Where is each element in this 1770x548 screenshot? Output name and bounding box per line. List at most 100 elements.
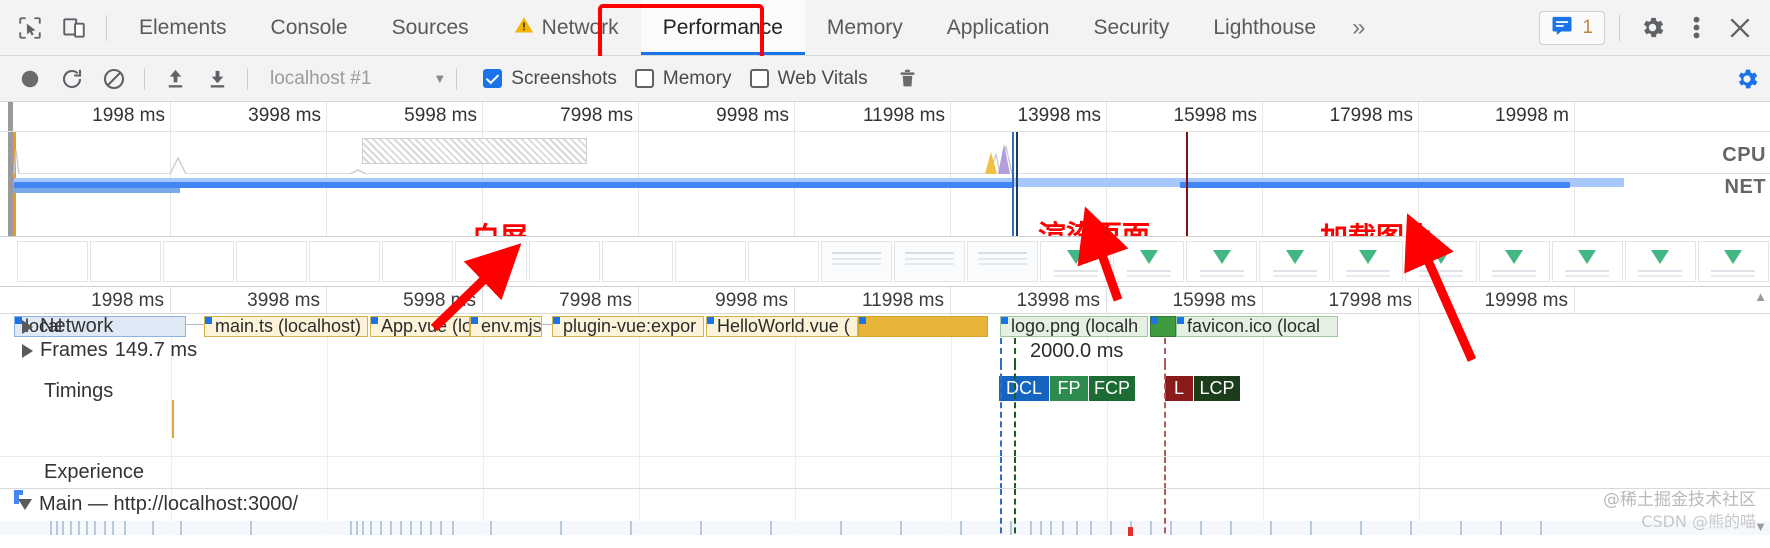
- chevron-right-icon[interactable]: [22, 319, 33, 334]
- tab-security[interactable]: Security: [1071, 0, 1191, 55]
- filmstrip-frame[interactable]: [820, 241, 892, 282]
- filmstrip-frame[interactable]: [601, 241, 673, 282]
- filmstrip-frame[interactable]: [893, 241, 966, 282]
- tab-sources[interactable]: Sources: [370, 0, 491, 55]
- timing-marker-fp[interactable]: FP: [1050, 376, 1088, 401]
- filmstrip-frame[interactable]: [455, 241, 527, 282]
- experience-track-label[interactable]: Experience: [44, 461, 144, 484]
- timing-marker-dcl[interactable]: DCL: [999, 376, 1049, 401]
- filmstrip-frame[interactable]: [1551, 241, 1623, 282]
- tab-elements[interactable]: Elements: [117, 0, 249, 55]
- timing-guide-dashed-red: [1164, 364, 1166, 456]
- tab-performance[interactable]: Performance: [640, 0, 806, 55]
- timeline-tracks[interactable]: 1998 ms 3998 ms 5998 ms 7998 ms 9998 ms …: [0, 287, 1770, 536]
- download-profile-icon[interactable]: [197, 60, 237, 98]
- timing-marker-label: DCL: [1006, 378, 1043, 398]
- frames-track-label[interactable]: Frames 149.7 ms: [22, 339, 197, 362]
- tab-memory[interactable]: Memory: [805, 0, 925, 55]
- filmstrip-frame[interactable]: [309, 241, 381, 282]
- filmstrip-frame[interactable]: [1040, 241, 1112, 282]
- memory-checkbox-box[interactable]: [634, 69, 654, 88]
- checkbox-memory[interactable]: Memory: [634, 68, 732, 90]
- session-selector[interactable]: localhost #1: [258, 68, 431, 90]
- filmstrip-frame[interactable]: [1405, 241, 1477, 282]
- chevron-right-icon[interactable]: [22, 343, 33, 358]
- filmstrip-frame[interactable]: [1259, 241, 1331, 282]
- timeline-overview[interactable]: 1998 ms 3998 ms 5998 ms 7998 ms 9998 ms …: [0, 102, 1770, 237]
- network-request-label: logo.png (localh: [1011, 316, 1139, 336]
- network-request-chip[interactable]: favicon.ico (local: [1176, 316, 1338, 337]
- network-request-chip[interactable]: logo.png (localh: [1000, 316, 1148, 337]
- network-bar-secondary: [14, 188, 180, 193]
- track-row-timings[interactable]: Timings DCL FP FCP L LCP: [0, 364, 1770, 456]
- screenshot-filmstrip[interactable]: [0, 237, 1770, 287]
- checkbox-screenshots[interactable]: Screenshots: [483, 68, 617, 90]
- tab-application[interactable]: Application: [925, 0, 1072, 55]
- track-row-frames[interactable]: Frames 149.7 ms 2000.0 ms: [0, 338, 1770, 364]
- track-row-experience[interactable]: Experience: [0, 456, 1770, 489]
- close-icon[interactable]: [1718, 6, 1762, 50]
- tab-network[interactable]: Network: [491, 0, 641, 55]
- filmstrip-frame[interactable]: [1332, 241, 1404, 282]
- timeline-tick-label: 15998 ms: [1172, 290, 1256, 311]
- filmstrip-frame[interactable]: [90, 241, 162, 282]
- frames-track-title: Frames: [40, 339, 108, 361]
- network-track-label[interactable]: Network: [22, 315, 113, 338]
- filmstrip-frame[interactable]: [674, 241, 746, 282]
- filmstrip-frame[interactable]: [1113, 241, 1185, 282]
- device-toolbar-icon[interactable]: [52, 6, 96, 50]
- issues-count: 1: [1582, 16, 1593, 38]
- web-vitals-checkbox-box[interactable]: [749, 69, 769, 88]
- checkbox-web-vitals[interactable]: Web Vitals: [749, 67, 868, 90]
- timings-track-label[interactable]: Timings: [44, 380, 113, 403]
- filmstrip-frame[interactable]: [747, 241, 819, 282]
- gear-icon[interactable]: [1630, 6, 1674, 50]
- network-request-chip[interactable]: HelloWorld.vue (: [706, 316, 858, 337]
- filmstrip-frame[interactable]: [163, 241, 235, 282]
- main-track-label[interactable]: Main — http://localhost:3000/: [18, 493, 298, 516]
- clear-prohibited-icon[interactable]: [94, 60, 134, 98]
- filmstrip-frame[interactable]: [17, 241, 89, 282]
- tab-lighthouse[interactable]: Lighthouse: [1191, 0, 1338, 55]
- cursor-select-icon[interactable]: [8, 6, 52, 50]
- filmstrip-frame[interactable]: [1186, 241, 1258, 282]
- filmstrip-frame[interactable]: [528, 241, 600, 282]
- chevron-down-icon[interactable]: [18, 499, 32, 510]
- network-request-chip[interactable]: App.vue (lo: [370, 316, 470, 337]
- more-tabs-chevron-icon[interactable]: »: [1338, 14, 1379, 42]
- main-flamechart-strip[interactable]: [0, 521, 1770, 535]
- upload-profile-icon[interactable]: [155, 60, 195, 98]
- trash-icon[interactable]: [888, 60, 928, 98]
- network-request-label: favicon.ico (local: [1187, 316, 1321, 336]
- timing-marker-l[interactable]: L: [1165, 376, 1193, 401]
- overview-fcp-line: [1012, 132, 1014, 236]
- network-request-chip[interactable]: env.mjs: [470, 316, 542, 337]
- net-band-label: NET: [1724, 176, 1766, 198]
- issues-button[interactable]: 1: [1539, 10, 1605, 45]
- filmstrip-frame[interactable]: [382, 241, 454, 282]
- network-request-chip[interactable]: plugin-vue:expor: [552, 316, 704, 337]
- timing-marker-lcp[interactable]: LCP: [1194, 376, 1240, 401]
- filmstrip-frame[interactable]: [1697, 241, 1769, 282]
- network-request-chip[interactable]: main.ts (localhost): [204, 316, 368, 337]
- web-vitals-label: Web Vitals: [777, 67, 868, 89]
- experience-guide-dashed-red: [1164, 457, 1166, 489]
- scroll-up-arrow-icon[interactable]: ▲: [1754, 289, 1767, 304]
- chevron-down-icon[interactable]: ▼: [433, 71, 446, 86]
- track-row-main[interactable]: Main — http://localhost:3000/: [0, 488, 1770, 536]
- track-row-network[interactable]: local main.ts (localhost) App.vue (lo en…: [0, 314, 1770, 338]
- three-dots-vertical-icon[interactable]: [1674, 6, 1718, 50]
- filmstrip-frame[interactable]: [236, 241, 308, 282]
- screenshots-checkbox-box[interactable]: [483, 69, 503, 88]
- filmstrip-frame[interactable]: [1478, 241, 1550, 282]
- reload-record-icon[interactable]: [52, 60, 92, 98]
- network-request-chip-solid[interactable]: [858, 316, 988, 337]
- filmstrip-frame[interactable]: [967, 241, 1039, 282]
- filmstrip-frame[interactable]: [1624, 241, 1696, 282]
- capture-settings-gear-icon[interactable]: [1734, 66, 1760, 92]
- record-circle-icon[interactable]: [10, 60, 50, 98]
- scroll-down-arrow-icon[interactable]: ▼: [1754, 519, 1767, 534]
- timing-marker-fcp[interactable]: FCP: [1089, 376, 1135, 401]
- network-request-chip-solid[interactable]: [1150, 316, 1176, 337]
- tab-console[interactable]: Console: [249, 0, 370, 55]
